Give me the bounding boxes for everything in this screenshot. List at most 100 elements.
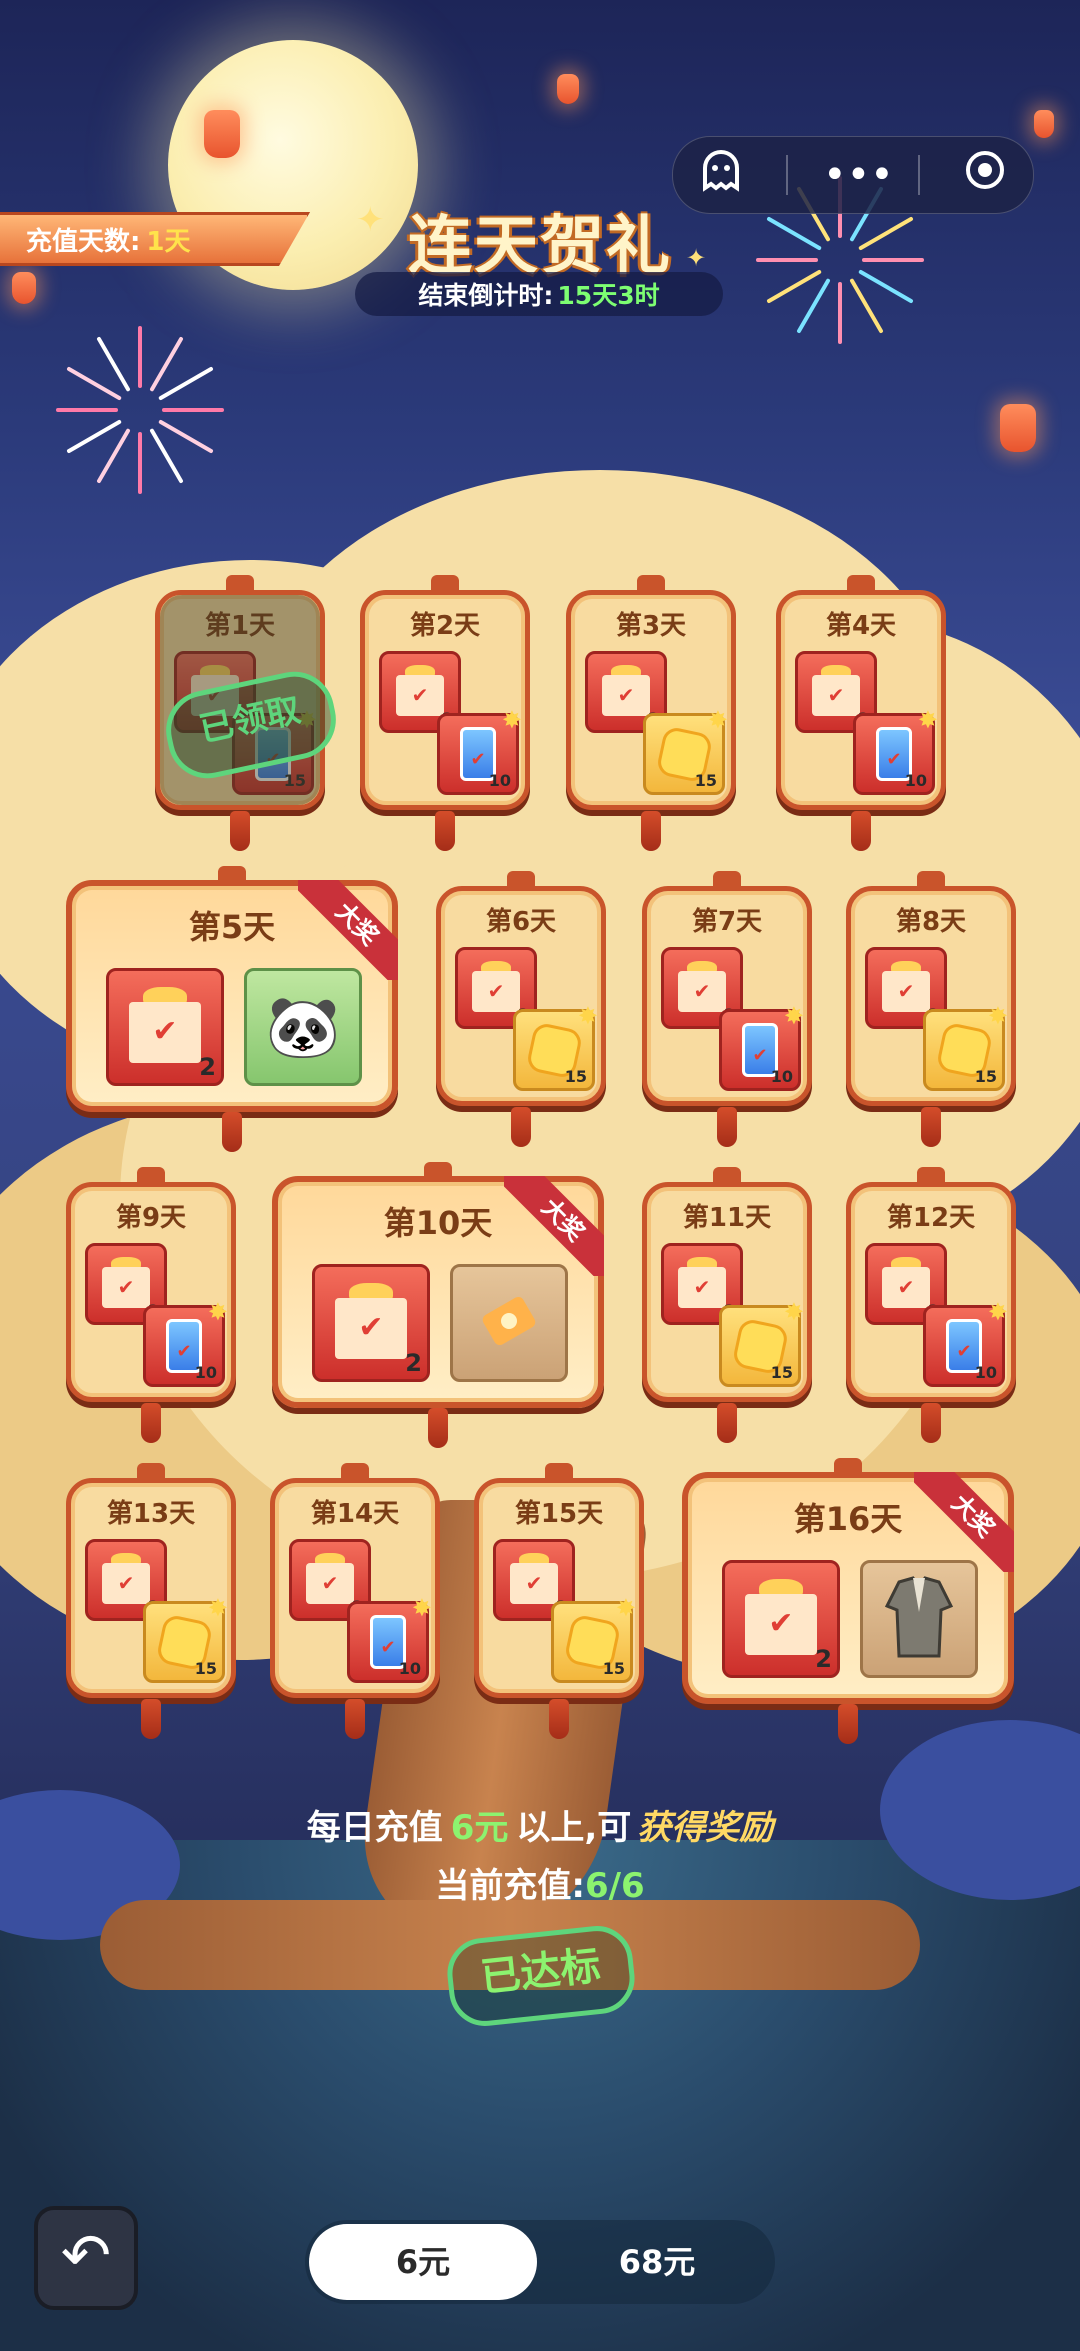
firework-ray — [162, 408, 224, 412]
more-icon[interactable]: ••• — [823, 152, 894, 198]
tassel — [345, 1699, 365, 1739]
day-card-2[interactable]: 第2天✔2✔✸10 — [360, 575, 530, 851]
star-icon: ✸ — [987, 1002, 1008, 1030]
hanger-hook — [834, 1458, 862, 1476]
check-icon: ✔ — [152, 1013, 178, 1049]
check-icon: ✔ — [752, 1045, 768, 1067]
card-pack-item: ✔ ✸ 10 — [719, 1002, 804, 1091]
check-icon: ✔ — [487, 978, 505, 1003]
back-button[interactable]: ↶ — [34, 2206, 138, 2310]
check-icon: ✔ — [525, 1570, 543, 1595]
item-count: 2 — [199, 1053, 216, 1081]
firework-ray — [858, 216, 914, 251]
firework-ray — [158, 366, 214, 401]
capsule-divider — [918, 155, 921, 195]
firework — [56, 326, 224, 494]
day-card-10[interactable]: 第10天 大奖 ✔ 2 — [272, 1162, 604, 1448]
day-card-7[interactable]: 第7天✔2✔✸10 — [642, 871, 812, 1147]
firework-ray — [796, 278, 831, 334]
current-recharge-value: 6/6 — [584, 1866, 645, 1906]
recharge-days-value: 1天 — [146, 226, 191, 257]
gift-box-item: ✔2 — [106, 968, 224, 1086]
record-icon[interactable] — [955, 148, 1015, 202]
day-card-11[interactable]: 第11天✔2✸15 — [642, 1167, 812, 1443]
day-label: 第14天 — [310, 1499, 400, 1529]
tassel — [717, 1403, 737, 1443]
recharge-requirement: 每日充值 6元 以上,可 获得奖励 — [0, 1800, 1080, 1849]
countdown: 结束倒计时: 15天3时 — [355, 272, 723, 316]
firework-ray — [858, 269, 914, 304]
day-card-1[interactable]: 第1天 ✔ ✔ ✸ 15 已领取 — [155, 575, 344, 851]
firework-ray — [149, 336, 184, 392]
requirement-text: 每日充值 — [306, 1808, 443, 1848]
requirement-amount: 6元 — [450, 1808, 509, 1848]
hanger-hook — [137, 1167, 165, 1185]
item-count: 10 — [904, 771, 927, 790]
star-icon: ✸ — [411, 1594, 432, 1622]
ghost-icon[interactable] — [691, 148, 751, 202]
check-icon: ✔ — [411, 682, 429, 707]
day-card-5[interactable]: 第5天 大奖 ✔ 2 🐼 — [66, 866, 398, 1152]
day-card-15[interactable]: 第15天✔2✸15 — [474, 1463, 644, 1739]
hanger-hook — [637, 575, 665, 593]
hanger-hook — [713, 1167, 741, 1185]
check-icon: ✔ — [897, 978, 915, 1003]
hanger-hook — [226, 575, 254, 593]
check-icon: ✔ — [693, 1274, 711, 1299]
day-label: 第2天 — [409, 611, 481, 641]
star-icon: ✸ — [783, 1298, 804, 1326]
star-icon: ✸ — [501, 706, 522, 734]
check-icon: ✔ — [886, 749, 902, 771]
hanger-hook — [847, 575, 875, 593]
day-card-12[interactable]: 第12天✔2✔✸10 — [846, 1167, 1016, 1443]
puzzle-item: ✸ 15 — [719, 1298, 804, 1387]
big-prize-ribbon: 大奖 — [914, 1472, 1014, 1572]
sky-lantern — [1034, 110, 1054, 138]
item-count: 15 — [770, 1363, 793, 1382]
firework-ray — [862, 258, 924, 262]
puzzle-item: ✸ 15 — [923, 1002, 1008, 1091]
day-card-13[interactable]: 第13天✔2✸15 — [66, 1463, 236, 1739]
item-count: 15 — [602, 1659, 625, 1678]
check-icon: ✔ — [827, 682, 845, 707]
firework-ray — [138, 432, 142, 494]
day-card-4[interactable]: 第4天✔2✔✸10 — [776, 575, 946, 851]
ticket-icon — [453, 1286, 565, 1360]
gift-box-item: ✔2 — [312, 1264, 430, 1382]
panda-avatar-icon: 🐼 — [265, 992, 341, 1063]
day-label: 第13天 — [106, 1499, 196, 1529]
tassel — [230, 811, 250, 851]
day-card-6[interactable]: 第6天✔2✸15 — [436, 871, 606, 1147]
item-count: 10 — [398, 1659, 421, 1678]
check-icon: ✔ — [117, 1274, 135, 1299]
day-card-9[interactable]: 第9天✔2✔✸10 — [66, 1167, 236, 1443]
firework-ray — [96, 336, 131, 392]
day-card-14[interactable]: 第14天✔2✔✸10 — [270, 1463, 440, 1739]
tab-6-yuan[interactable]: 6元 — [309, 2224, 537, 2300]
day-card-8[interactable]: 第8天✔2✸15 — [846, 871, 1016, 1147]
capsule-divider — [785, 155, 788, 195]
star-icon: ✸ — [783, 1002, 804, 1030]
check-icon: ✔ — [897, 1274, 915, 1299]
check-icon: ✔ — [617, 682, 635, 707]
firework-ray — [56, 408, 118, 412]
card-pack-item: ✔ ✸ 10 — [437, 706, 522, 795]
day-label: 第4天 — [825, 611, 897, 641]
tassel — [921, 1403, 941, 1443]
day-card-16[interactable]: 第16天 大奖 ✔ 2 — [682, 1458, 1014, 1744]
tab-68-yuan[interactable]: 68元 — [541, 2220, 773, 2304]
hanger-hook — [713, 871, 741, 889]
panda-avatar-item: 🐼 — [244, 968, 362, 1086]
firework-ray — [138, 326, 142, 388]
star-icon: ✸ — [577, 1002, 598, 1030]
day-label: 第3天 — [615, 611, 687, 641]
current-recharge: 当前充值:6/6 — [0, 1858, 1080, 1907]
check-icon: ✔ — [768, 1605, 794, 1641]
item-count: 10 — [770, 1067, 793, 1086]
check-icon: ✔ — [117, 1570, 135, 1595]
item-count: 10 — [974, 1363, 997, 1382]
hanger-hook — [137, 1463, 165, 1481]
check-icon: ✔ — [380, 1637, 396, 1659]
day-card-3[interactable]: 第3天✔2✸15 — [566, 575, 736, 851]
firework-ray — [766, 216, 822, 251]
